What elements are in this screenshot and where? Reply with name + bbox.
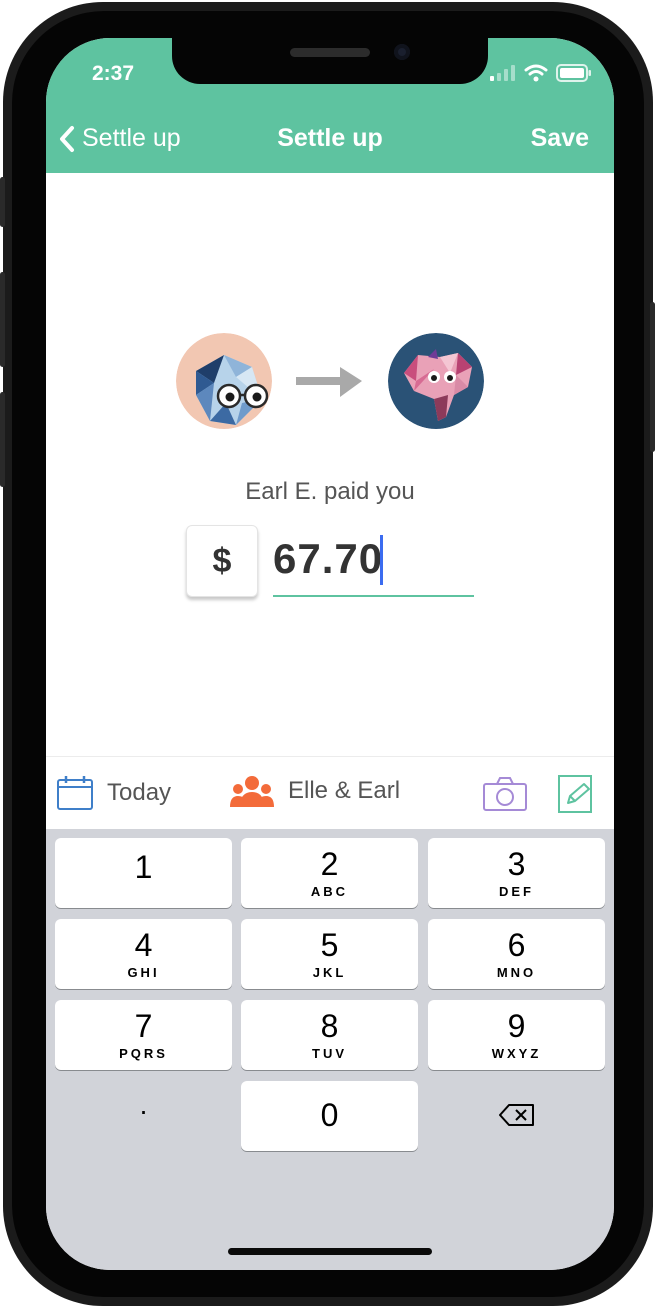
key-letters: GHI <box>127 965 160 980</box>
group-label: Elle & Earl <box>288 777 401 804</box>
home-indicator[interactable] <box>228 1248 432 1255</box>
key-digit: 4 <box>134 927 153 963</box>
key-letters: ABC <box>310 884 349 899</box>
backspace-icon <box>498 1104 534 1126</box>
key-digit: 6 <box>507 927 526 963</box>
group-button[interactable]: Elle & Earl <box>230 775 400 807</box>
back-button[interactable]: Settle up <box>58 124 181 153</box>
key-5[interactable]: 5 JKL <box>241 919 418 989</box>
back-chevron-icon <box>60 125 74 152</box>
calendar-icon <box>57 776 93 810</box>
silent-switch <box>0 177 5 227</box>
currency-button[interactable]: $ <box>186 525 258 597</box>
payee-avatar-image <box>388 333 484 429</box>
signal-icon <box>490 65 515 81</box>
save-button[interactable]: Save <box>531 124 589 153</box>
payer-avatar[interactable] <box>176 333 272 429</box>
key-7[interactable]: 7 PQRS <box>55 1000 232 1070</box>
nav-header: 2:37 Settle up Settle up Save <box>46 38 614 173</box>
key-digit: 5 <box>320 927 339 963</box>
expense-toolbar: Today Elle & Earl <box>46 756 614 830</box>
date-button[interactable]: Today <box>56 775 171 811</box>
key-letters: JKL <box>312 965 347 980</box>
key-8[interactable]: 8 TUV <box>241 1000 418 1070</box>
backspace-key[interactable] <box>428 1081 605 1151</box>
camera-icon[interactable] <box>483 777 527 811</box>
key-letters: MNO <box>496 965 537 980</box>
key-decimal[interactable]: . <box>55 1081 232 1151</box>
note-edit-icon[interactable] <box>558 775 594 813</box>
payee-avatar[interactable] <box>388 333 484 429</box>
volume-down-button <box>0 392 5 487</box>
wifi-icon <box>524 64 548 82</box>
back-button-label: Settle up <box>82 124 181 152</box>
key-digit: 1 <box>134 849 153 885</box>
arrow-right-icon <box>296 367 362 397</box>
key-decimal-label: . <box>139 1089 148 1120</box>
key-0[interactable]: 0 <box>241 1081 418 1151</box>
key-6[interactable]: 6 MNO <box>428 919 605 989</box>
key-letters: PQRS <box>119 1046 168 1061</box>
key-2[interactable]: 2 ABC <box>241 838 418 908</box>
text-caret <box>380 535 383 585</box>
key-9[interactable]: 9 WXYZ <box>428 1000 605 1070</box>
status-time: 2:37 <box>92 62 135 85</box>
key-letters: WXYZ <box>491 1046 542 1061</box>
key-digit: 7 <box>134 1008 153 1044</box>
key-digit: 2 <box>320 846 339 882</box>
date-label: Today <box>107 779 172 806</box>
screen: 2:37 Settle up Settle up Save Earl E. pa… <box>46 38 614 1270</box>
key-digit: 0 <box>320 1097 339 1133</box>
payment-description: Earl E. paid you <box>245 478 415 505</box>
amount-value: 67.70 <box>273 535 384 582</box>
volume-up-button <box>0 272 5 367</box>
group-icon <box>230 776 274 807</box>
key-digit: 3 <box>507 846 526 882</box>
payer-avatar-image <box>176 333 272 429</box>
key-1[interactable]: 1 <box>55 838 232 908</box>
key-digit: 9 <box>507 1008 526 1044</box>
key-4[interactable]: 4 GHI <box>55 919 232 989</box>
numeric-keypad: 1 2 ABC 3 DEF 4 GHI 5 JKL 6 MNO 7 PQRS 8… <box>46 829 614 1270</box>
key-letters: DEF <box>499 884 534 899</box>
key-digit: 8 <box>320 1008 339 1044</box>
status-icons <box>490 64 592 82</box>
front-camera <box>394 44 410 60</box>
key-letters: TUV <box>312 1046 347 1061</box>
speaker <box>290 48 370 57</box>
notch <box>172 38 488 84</box>
power-button <box>650 302 655 452</box>
key-3[interactable]: 3 DEF <box>428 838 605 908</box>
battery-icon <box>556 64 591 82</box>
amount-input[interactable]: 67.70 <box>273 531 474 597</box>
